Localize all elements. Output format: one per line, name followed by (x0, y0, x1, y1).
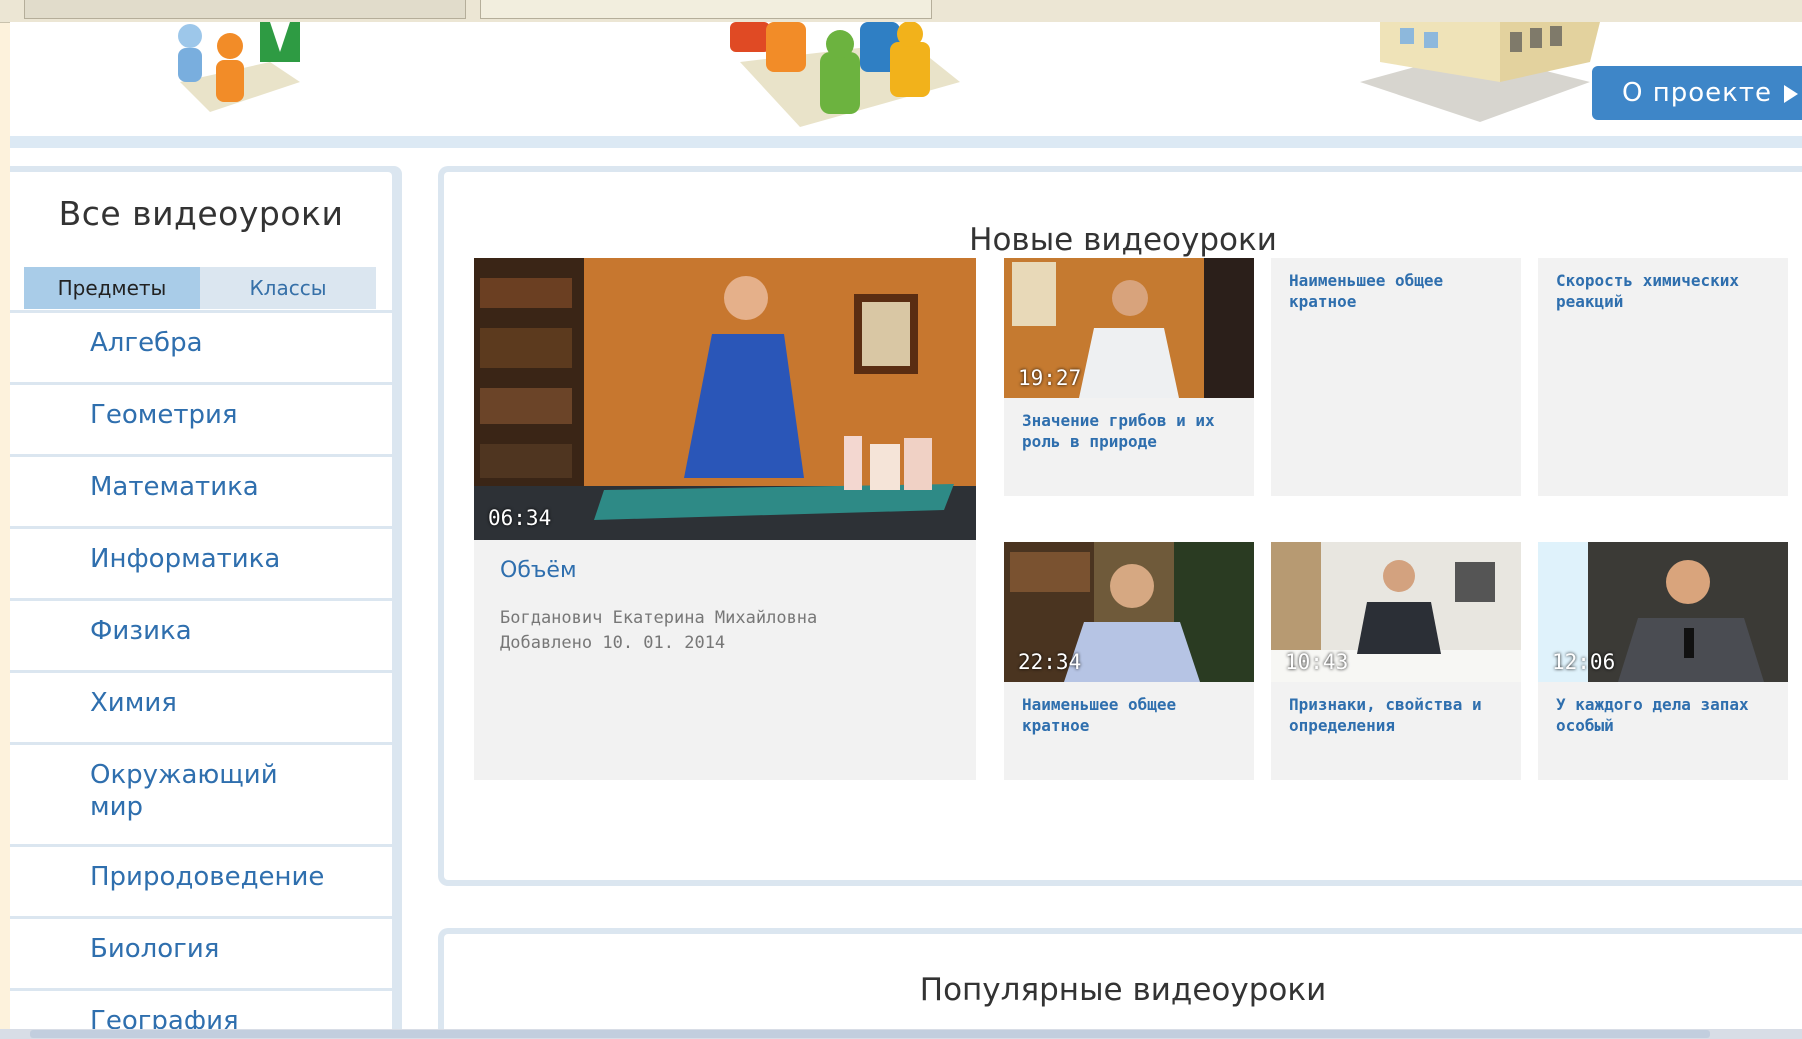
video-thumbnail[interactable]: 10:43 (1271, 542, 1521, 682)
lesson-card[interactable]: Наименьшее общее кратное (1271, 258, 1521, 496)
sidebar-item-label: География (90, 1006, 239, 1029)
about-project-button[interactable]: О проекте (1592, 66, 1802, 120)
sidebar-item-label: Алгебра (90, 328, 203, 358)
header-illustration-people-center (730, 22, 960, 127)
video-duration: 19:27 (1018, 366, 1082, 390)
sidebar-item-biology[interactable]: Биология (10, 916, 392, 988)
lesson-title[interactable]: Наименьшее общее кратное (1289, 270, 1509, 312)
browser-tab[interactable] (24, 0, 466, 19)
new-lessons-title: Новые видеоуроки (969, 222, 1277, 258)
lesson-card[interactable]: 10:43 Признаки, свойства и определения (1271, 542, 1521, 780)
popular-lessons-panel: Популярные видеоуроки (438, 928, 1802, 1029)
header-illustration-building (1360, 22, 1600, 122)
lesson-title[interactable]: Значение грибов и их роль в природе (1022, 410, 1242, 452)
about-project-label: О проекте (1622, 78, 1772, 108)
sidebar-item-chemistry[interactable]: Химия (10, 670, 392, 742)
sidebar-panel: Все видеоуроки Предметы Классы Алгебра Г… (10, 172, 392, 1029)
video-duration: 22:34 (1018, 650, 1082, 674)
new-lessons-panel: Новые видеоуроки 06:34 Объём Богданович … (438, 166, 1802, 886)
sidebar-item-nature-study[interactable]: Природоведение (10, 844, 392, 916)
sidebar-item-label: Природоведение (90, 862, 325, 892)
lesson-card[interactable]: 22:34 Наименьшее общее кратное (1004, 542, 1254, 780)
sidebar-item-physics[interactable]: Физика (10, 598, 392, 670)
sidebar-item-informatics[interactable]: Информатика (10, 526, 392, 598)
featured-lesson-date: Добавлено 10. 01. 2014 (500, 633, 726, 653)
tab-grades[interactable]: Классы (200, 267, 376, 309)
sidebar-item-label: Физика (90, 616, 192, 646)
sidebar-item-label: Химия (90, 688, 177, 718)
sidebar-title: Все видеоуроки (58, 194, 344, 233)
sidebar-item-world-around[interactable]: Окружающий мир (10, 742, 392, 844)
popular-lessons-title: Популярные видеоуроки (919, 972, 1327, 1008)
lesson-title[interactable]: Скорость химических реакций (1556, 270, 1776, 312)
header-illustration-people-left (178, 22, 300, 112)
lesson-card[interactable]: 19:27 Значение грибов и их роль в природ… (1004, 258, 1254, 496)
sidebar-item-mathematics[interactable]: Математика (10, 454, 392, 526)
sidebar-tabs: Предметы Классы (24, 267, 376, 309)
featured-thumbnail-image (474, 258, 976, 540)
sidebar-item-label: Окружающий мир (90, 760, 278, 822)
play-arrow-icon (1783, 84, 1798, 103)
video-thumbnail[interactable]: 19:27 (1004, 258, 1254, 398)
sidebar-item-label: Информатика (90, 544, 281, 574)
video-thumbnail[interactable]: 22:34 (1004, 542, 1254, 682)
scrollbar-thumb[interactable] (30, 1030, 1710, 1038)
lesson-title[interactable]: Наименьшее общее кратное (1022, 694, 1242, 736)
featured-video-thumbnail[interactable]: 06:34 (474, 258, 976, 540)
sidebar-item-geometry[interactable]: Геометрия (10, 382, 392, 454)
video-thumbnail[interactable]: 12:06 (1538, 542, 1788, 682)
sidebar-item-label: Геометрия (90, 400, 238, 430)
sidebar-item-label: Биология (90, 934, 220, 964)
featured-lesson-card[interactable]: 06:34 Объём Богданович Екатерина Михайло… (474, 258, 976, 780)
browser-tabstrip (0, 0, 1802, 23)
subject-list: Алгебра Геометрия Математика Информатика… (10, 310, 392, 1029)
tab-subjects[interactable]: Предметы (24, 267, 200, 309)
browser-tab[interactable] (480, 0, 932, 19)
sidebar-item-geography[interactable]: География (10, 988, 392, 1029)
sidebar-item-algebra[interactable]: Алгебра (10, 310, 392, 382)
lesson-title[interactable]: Признаки, свойства и определения (1289, 694, 1509, 736)
video-duration: 06:34 (488, 506, 552, 530)
lesson-card[interactable]: 12:06 У каждого дела запах особый (1538, 542, 1788, 780)
lesson-card[interactable]: Скорость химических реакций (1538, 258, 1788, 496)
sidebar-item-label: Математика (90, 472, 259, 502)
lesson-title[interactable]: У каждого дела запах особый (1556, 694, 1776, 736)
page: О проекте Все видеоуроки Предметы Классы… (10, 22, 1802, 1029)
sidebar: Все видеоуроки Предметы Классы Алгебра Г… (10, 166, 402, 1029)
video-duration: 12:06 (1552, 650, 1616, 674)
featured-lesson-title[interactable]: Объём (500, 558, 577, 583)
horizontal-scrollbar[interactable] (0, 1029, 1802, 1039)
featured-lesson-author: Богданович Екатерина Михайловна (500, 608, 818, 628)
video-duration: 10:43 (1285, 650, 1349, 674)
site-header: О проекте (10, 22, 1802, 136)
header-divider (10, 136, 1802, 148)
